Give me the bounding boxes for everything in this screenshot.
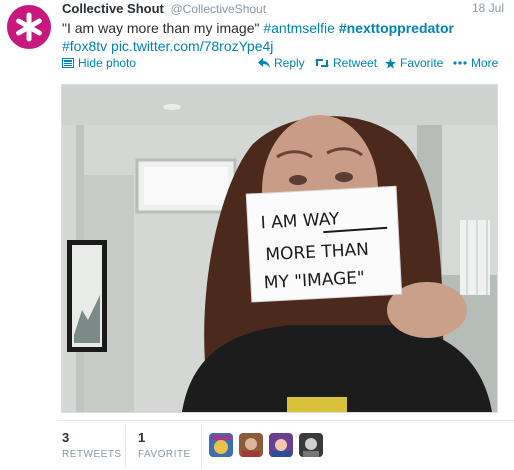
reply-icon: [258, 58, 270, 68]
more-label: More: [471, 56, 499, 70]
retweet-icon: [315, 58, 329, 68]
favoriter-avatar[interactable]: [239, 433, 263, 457]
reply-label: Reply: [274, 56, 305, 70]
favorites-label: FAVORITE: [138, 449, 191, 460]
retweet-button[interactable]: Retweet: [315, 56, 377, 70]
tweet-photo[interactable]: I AM WAY MORE THAN MY "IMAGE": [61, 84, 498, 413]
favorite-label: Favorite: [400, 56, 444, 70]
tweet-actions: Hide photo Reply Retweet Favorite More: [62, 56, 502, 72]
more-dots-icon: [453, 61, 467, 65]
retweets-stat[interactable]: 3 RETWEETS: [62, 430, 122, 460]
tweet-text: "I am way more than my image" #antmselfi…: [62, 19, 492, 55]
divider: [201, 424, 202, 468]
favoriter-avatar[interactable]: [269, 433, 293, 457]
media-link[interactable]: pic.twitter.com/78rozYpe4j: [111, 38, 273, 54]
hashtag-link[interactable]: #antmselfie: [263, 20, 335, 36]
author-handle[interactable]: @CollectiveShout: [170, 2, 266, 16]
favoriter-avatars: [209, 433, 323, 457]
photo-icon: [62, 58, 74, 68]
retweets-label: RETWEETS: [62, 449, 122, 460]
hide-photo-button[interactable]: Hide photo: [62, 56, 136, 70]
hashtag-link[interactable]: #nexttoppredator: [339, 20, 454, 36]
selfie-photo-image: I AM WAY MORE THAN MY "IMAGE": [62, 85, 497, 412]
author-name[interactable]: Collective Shout: [62, 1, 164, 16]
reply-button[interactable]: Reply: [258, 56, 305, 70]
tweet-text-plain: "I am way more than my image": [62, 20, 260, 36]
favorites-stat[interactable]: 1 FAVORITE: [138, 430, 191, 460]
star-icon: [385, 57, 396, 69]
divider: [125, 424, 126, 468]
retweet-label: Retweet: [333, 56, 378, 70]
favoriter-avatar[interactable]: [209, 433, 233, 457]
hashtag-link[interactable]: #fox8tv: [62, 38, 107, 54]
favorite-button[interactable]: Favorite: [385, 56, 443, 70]
hide-photo-label: Hide photo: [78, 56, 137, 70]
asterisk-logo-icon: [16, 12, 42, 42]
avatar[interactable]: [7, 5, 51, 49]
tweet-timestamp[interactable]: 18 Jul: [472, 1, 504, 15]
sign-line-1: I AM WAY: [260, 209, 340, 233]
favoriter-avatar[interactable]: [299, 433, 323, 457]
favorites-count: 1: [138, 430, 146, 445]
tweet-header: Collective Shout @CollectiveShout 18 Jul: [62, 1, 504, 19]
divider: [57, 420, 514, 421]
more-button[interactable]: More: [453, 56, 498, 70]
retweets-count: 3: [62, 430, 70, 445]
